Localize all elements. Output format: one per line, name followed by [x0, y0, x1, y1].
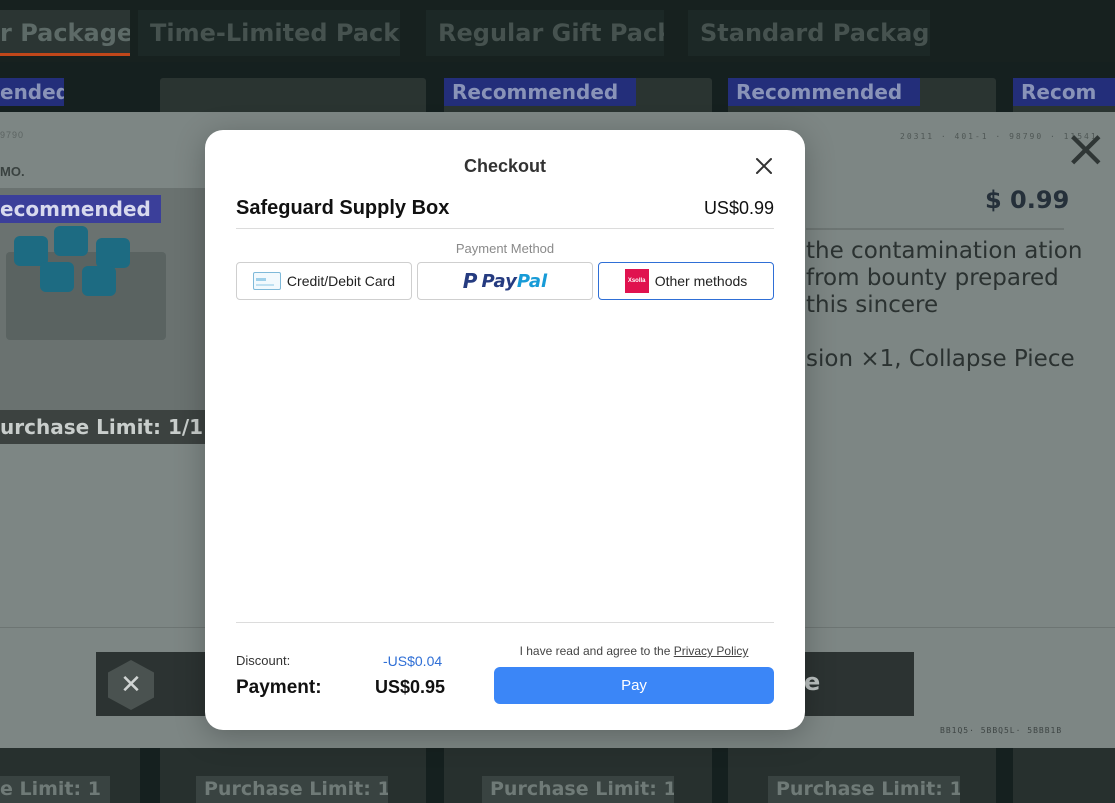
gem-image: [82, 266, 116, 296]
payment-method-other[interactable]: Xsolla Other methods: [598, 262, 774, 300]
recommended-badge: Recommended: [444, 78, 636, 106]
purchase-limit-label: Purchase Limit: 1: [196, 776, 388, 803]
agreement-text: I have read and agree to the Privacy Pol…: [494, 644, 774, 658]
product-card-bottom[interactable]: [1013, 748, 1115, 803]
recommended-badge: ended: [0, 78, 64, 106]
dialog-title: Checkout: [463, 156, 546, 176]
purchase-limit-label: Purchase Limit: 1: [768, 776, 960, 803]
gem-image: [40, 262, 74, 292]
product-price: $ 0.99: [985, 186, 1070, 214]
purchase-limit-label: urchase Limit: 1/1: [0, 410, 205, 444]
close-icon[interactable]: ×: [1064, 123, 1108, 175]
discount-label: Discount:: [236, 653, 291, 668]
purchase-limit-label: e Limit: 1: [0, 776, 110, 803]
payment-method-paypal[interactable]: P PayPal: [417, 262, 593, 300]
payment-method-label: Credit/Debit Card: [286, 273, 396, 289]
payment-method-label: Other methods: [654, 273, 748, 289]
recommended-badge: ecommended: [0, 195, 161, 223]
product-name: Safeguard Supply Box: [236, 197, 450, 219]
tab-starter-package[interactable]: r Package: [0, 10, 130, 56]
gem-image: [96, 238, 130, 268]
category-tab-bar: r Package Time-Limited Package Regular G…: [0, 0, 1115, 62]
mo-label: MO.: [0, 164, 25, 179]
xsolla-icon: Xsolla: [624, 269, 649, 293]
privacy-policy-link[interactable]: Privacy Policy: [674, 644, 749, 658]
payment-method-label: Payment Method: [455, 241, 555, 256]
gem-image: [54, 226, 88, 256]
tab-standard-package[interactable]: Standard Package: [688, 10, 930, 56]
payment-method-card[interactable]: Credit/Debit Card: [236, 262, 412, 300]
paypal-logo: PayPal: [481, 271, 547, 292]
divider: [806, 228, 1064, 230]
credit-card-icon: [252, 272, 281, 290]
paypal-pay-text: Pay: [481, 270, 517, 292]
serial-code: BB1Q5· 5BBQ5L· 5BBB1B: [940, 726, 1063, 735]
paypal-pal-text: Pal: [516, 270, 548, 292]
discount-value: -US$0.04: [383, 653, 443, 669]
tab-regular-gift-pack[interactable]: Regular Gift Pack: [426, 10, 664, 56]
divider: [236, 228, 774, 229]
tab-time-limited-package[interactable]: Time-Limited Package: [138, 10, 400, 56]
payment-total-value: US$0.95: [375, 677, 446, 697]
recommended-badge: Recom: [1013, 78, 1115, 106]
recommended-badge: Recommended: [728, 78, 920, 106]
serial-code: 9790: [0, 130, 25, 140]
close-button[interactable]: [753, 155, 775, 177]
agreement-label: I have read and agree to the: [519, 644, 674, 658]
product-price: US$0.99: [703, 198, 774, 218]
close-icon[interactable]: [753, 155, 775, 177]
buy-button-label: e: [804, 668, 821, 696]
divider: [236, 622, 774, 623]
paypal-icon: P: [462, 269, 478, 293]
payment-total-label: Payment:: [236, 677, 322, 698]
checkout-dialog: Checkout Safeguard Supply Box US$0.99 Pa…: [205, 130, 805, 730]
purchase-limit-label: Purchase Limit: 1: [482, 776, 674, 803]
product-contents: sion ×1, Collapse Piece: [806, 346, 1075, 372]
pay-button[interactable]: Pay: [494, 667, 774, 704]
product-description: the contamination ation from bounty prep…: [806, 238, 1083, 318]
buy-button[interactable]: [804, 652, 914, 716]
